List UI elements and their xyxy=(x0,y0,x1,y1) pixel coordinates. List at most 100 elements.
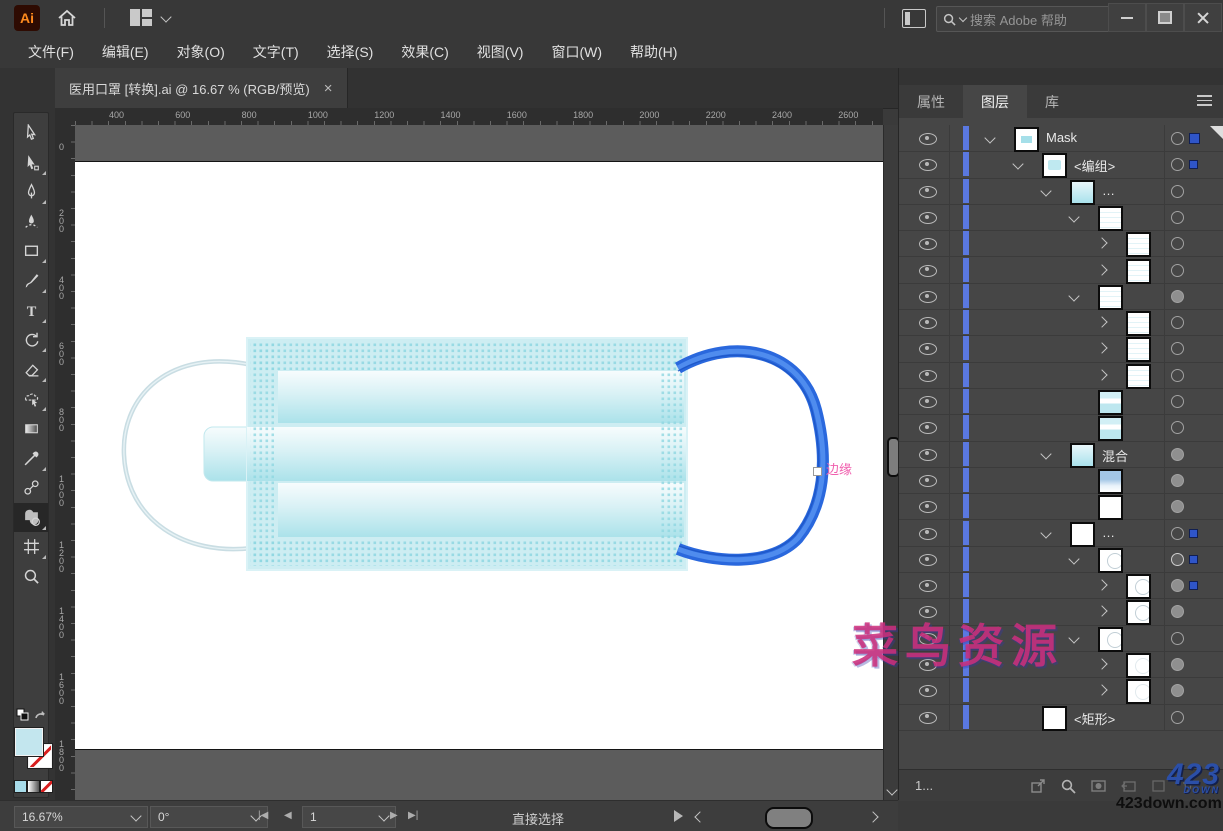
layer-thumbnail[interactable] xyxy=(1126,653,1151,678)
layer-thumbnail[interactable] xyxy=(1042,153,1067,179)
visibility-eye-icon[interactable] xyxy=(919,317,937,330)
ruler-origin-corner[interactable] xyxy=(55,108,76,126)
visibility-eye-icon[interactable] xyxy=(919,211,937,224)
pen-tool[interactable] xyxy=(14,177,48,206)
layer-row[interactable]: 混合 xyxy=(899,440,1223,468)
layer-thumbnail[interactable] xyxy=(1098,284,1123,310)
eraser-tool[interactable] xyxy=(14,355,48,384)
layer-row[interactable] xyxy=(899,677,1223,705)
expander-chevron-icon[interactable] xyxy=(1096,237,1108,249)
target-circle[interactable] xyxy=(1171,421,1184,435)
vertical-ruler[interactable]: 0 2 0 0 4 0 0 6 0 0 8 0 0 1 0 0 0 1 2 0 0 1 4 0… xyxy=(55,125,76,800)
layer-thumbnail[interactable] xyxy=(1042,705,1067,731)
layer-thumbnail[interactable] xyxy=(1070,521,1095,547)
visibility-eye-icon[interactable] xyxy=(919,369,937,382)
layer-row[interactable] xyxy=(899,203,1223,232)
visibility-eye-icon[interactable] xyxy=(919,448,937,461)
layer-thumbnail[interactable] xyxy=(1098,416,1123,442)
search-input[interactable]: 搜索 Adobe 帮助 xyxy=(936,6,1112,32)
target-circle[interactable] xyxy=(1171,631,1184,645)
gradient-tool[interactable] xyxy=(14,414,48,443)
layer-label[interactable]: 混合 xyxy=(1102,446,1128,465)
expander-chevron-icon[interactable] xyxy=(1096,684,1108,696)
expander-chevron-icon[interactable] xyxy=(984,132,996,144)
document-tab[interactable]: 医用口罩 [转换].ai @ 16.67 % (RGB/预览) × xyxy=(55,68,348,108)
expander-chevron-icon[interactable] xyxy=(1068,211,1080,223)
visibility-eye-icon[interactable] xyxy=(919,606,937,619)
zoom-level-select[interactable]: 16.67% xyxy=(14,806,148,828)
visibility-eye-icon[interactable] xyxy=(919,264,937,277)
expander-chevron-icon[interactable] xyxy=(1096,342,1108,355)
target-circle[interactable] xyxy=(1171,473,1184,487)
target-circle[interactable] xyxy=(1171,210,1184,224)
none-mode-icon[interactable] xyxy=(40,780,53,793)
menu-item-8[interactable]: 帮助(H) xyxy=(616,36,691,68)
horizontal-scrollbar-thumb[interactable] xyxy=(765,807,813,829)
new-sublayer-icon[interactable] xyxy=(1121,779,1137,793)
type-tool[interactable]: T xyxy=(14,296,48,325)
expander-chevron-icon[interactable] xyxy=(1096,316,1108,328)
vertical-scrollbar[interactable] xyxy=(883,125,900,800)
close-button[interactable] xyxy=(1184,3,1222,32)
shaper-tool[interactable] xyxy=(14,384,48,413)
fill-color-swatch[interactable] xyxy=(14,727,44,757)
target-circle[interactable] xyxy=(1171,158,1184,172)
layer-label[interactable]: <矩形> xyxy=(1074,709,1115,728)
layer-thumbnail[interactable] xyxy=(1098,468,1123,494)
curvature-tool[interactable] xyxy=(14,207,48,236)
visibility-eye-icon[interactable] xyxy=(919,632,937,645)
mask-artwork[interactable] xyxy=(95,330,840,590)
swap-fill-stroke-icon[interactable] xyxy=(16,708,46,724)
status-expand-icon[interactable] xyxy=(674,810,683,822)
menu-item-4[interactable]: 选择(S) xyxy=(313,36,388,68)
panel-menu-icon[interactable] xyxy=(1197,95,1212,106)
layer-thumbnail[interactable] xyxy=(1126,363,1151,389)
layer-row[interactable] xyxy=(899,493,1223,521)
target-circle[interactable] xyxy=(1171,237,1184,251)
menu-item-5[interactable]: 效果(C) xyxy=(387,36,462,68)
expander-chevron-icon[interactable] xyxy=(1068,632,1080,644)
next-artboard-icon[interactable]: ▶ xyxy=(390,810,398,822)
scroll-down-icon[interactable] xyxy=(886,784,898,796)
delete-layer-icon[interactable] xyxy=(1181,779,1197,793)
visibility-eye-icon[interactable] xyxy=(919,580,937,593)
target-circle[interactable] xyxy=(1171,263,1184,277)
target-circle[interactable] xyxy=(1171,710,1184,724)
layer-label[interactable]: … xyxy=(1102,183,1115,198)
menu-item-3[interactable]: 文字(T) xyxy=(239,36,313,68)
selection-square[interactable] xyxy=(1189,581,1198,591)
menu-item-1[interactable]: 编辑(E) xyxy=(88,36,163,68)
prev-artboard-icon[interactable]: ◀ xyxy=(284,810,292,822)
layer-row[interactable] xyxy=(899,361,1223,389)
minimize-button[interactable] xyxy=(1108,3,1146,32)
target-circle[interactable] xyxy=(1171,500,1184,514)
layer-row[interactable]: … xyxy=(899,177,1223,205)
visibility-eye-icon[interactable] xyxy=(919,553,937,566)
layer-thumbnail[interactable] xyxy=(1098,205,1123,231)
expander-chevron-icon[interactable] xyxy=(1012,158,1024,170)
layer-row[interactable] xyxy=(899,598,1223,626)
target-circle[interactable] xyxy=(1171,579,1184,593)
layer-row[interactable] xyxy=(899,388,1223,416)
layer-row[interactable] xyxy=(899,466,1223,495)
layer-thumbnail[interactable] xyxy=(1126,679,1151,705)
layer-row[interactable] xyxy=(899,256,1223,284)
menu-item-0[interactable]: 文件(F) xyxy=(14,36,88,68)
expander-chevron-icon[interactable] xyxy=(1040,184,1052,197)
layer-row[interactable] xyxy=(899,230,1223,258)
target-circle[interactable] xyxy=(1171,368,1184,382)
layer-label[interactable]: <编组> xyxy=(1074,156,1115,175)
selection-square[interactable] xyxy=(1189,133,1200,144)
layer-row[interactable]: … xyxy=(899,519,1223,547)
color-mode-icon[interactable] xyxy=(14,780,27,793)
layer-label[interactable]: … xyxy=(1102,525,1115,540)
layer-thumbnail[interactable] xyxy=(1098,626,1123,652)
visibility-eye-icon[interactable] xyxy=(919,185,937,198)
visibility-eye-icon[interactable] xyxy=(919,133,937,145)
expander-chevron-icon[interactable] xyxy=(1068,553,1080,565)
layer-label[interactable]: Mask xyxy=(1046,130,1077,145)
layer-thumbnail[interactable] xyxy=(1098,390,1123,415)
layer-thumbnail[interactable] xyxy=(1126,258,1151,284)
rectangle-tool[interactable] xyxy=(14,236,48,265)
app-logo-icon[interactable]: Ai xyxy=(14,5,40,31)
